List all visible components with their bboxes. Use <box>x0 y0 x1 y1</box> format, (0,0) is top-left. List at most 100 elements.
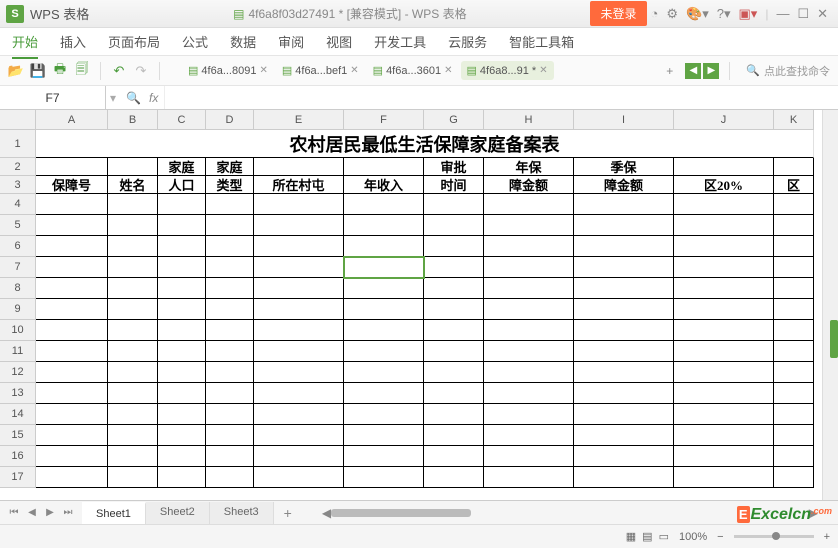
cell-F14[interactable] <box>344 404 424 425</box>
doc-tab-1[interactable]: ▤4f6a...bef1✕ <box>276 61 365 80</box>
view-layout-icon[interactable]: ▤ <box>642 530 652 543</box>
tab-prev-button[interactable]: ◀ <box>685 63 701 79</box>
header-cell-G3[interactable]: 时间 <box>424 176 484 194</box>
header-cell-F3[interactable]: 年收入 <box>344 176 424 194</box>
cell-G11[interactable] <box>424 341 484 362</box>
cell-B14[interactable] <box>108 404 158 425</box>
sheet-tab-Sheet1[interactable]: Sheet1 <box>82 502 146 524</box>
cell-J4[interactable] <box>674 194 774 215</box>
cell-B16[interactable] <box>108 446 158 467</box>
cell-A13[interactable] <box>36 383 108 404</box>
redo-icon[interactable]: ↷ <box>133 63 149 79</box>
cell-I5[interactable] <box>574 215 674 236</box>
row-header-6[interactable]: 6 <box>0 236 36 257</box>
cell-C9[interactable] <box>158 299 206 320</box>
cell-C4[interactable] <box>158 194 206 215</box>
cell-A16[interactable] <box>36 446 108 467</box>
row-header-14[interactable]: 14 <box>0 404 36 425</box>
cell-I15[interactable] <box>574 425 674 446</box>
row-header-15[interactable]: 15 <box>0 425 36 446</box>
header-cell-C2[interactable]: 家庭 <box>158 158 206 176</box>
cell-G13[interactable] <box>424 383 484 404</box>
hscroll-left-icon[interactable]: ◀ <box>322 506 331 520</box>
name-box[interactable]: F7 <box>0 86 106 109</box>
cell-B7[interactable] <box>108 257 158 278</box>
horizontal-scroll-thumb[interactable] <box>331 509 471 517</box>
cell-J15[interactable] <box>674 425 774 446</box>
cell-B12[interactable] <box>108 362 158 383</box>
menu-item-2[interactable]: 页面布局 <box>108 32 160 51</box>
cell-H15[interactable] <box>484 425 574 446</box>
cell-G6[interactable] <box>424 236 484 257</box>
col-header-D[interactable]: D <box>206 110 254 130</box>
select-all-corner[interactable] <box>0 110 36 130</box>
cell-A4[interactable] <box>36 194 108 215</box>
header-cell-D2[interactable]: 家庭 <box>206 158 254 176</box>
header-cell-F2[interactable] <box>344 158 424 176</box>
cell-E4[interactable] <box>254 194 344 215</box>
cell-A5[interactable] <box>36 215 108 236</box>
cell-J10[interactable] <box>674 320 774 341</box>
menu-item-6[interactable]: 视图 <box>326 32 352 51</box>
cell-E13[interactable] <box>254 383 344 404</box>
sheet-first-button[interactable]: ⏮ <box>6 505 22 521</box>
cell-F17[interactable] <box>344 467 424 488</box>
undo-icon[interactable]: ↶ <box>111 63 127 79</box>
login-button[interactable]: 未登录 <box>590 1 646 26</box>
cell-K8[interactable] <box>774 278 814 299</box>
cell-I8[interactable] <box>574 278 674 299</box>
header-cell-E3[interactable]: 所在村屯 <box>254 176 344 194</box>
cell-H5[interactable] <box>484 215 574 236</box>
cell-J11[interactable] <box>674 341 774 362</box>
header-cell-H2[interactable]: 年保 <box>484 158 574 176</box>
compact-icon[interactable]: ▣▾ <box>735 4 762 24</box>
cell-B17[interactable] <box>108 467 158 488</box>
col-header-B[interactable]: B <box>108 110 158 130</box>
cell-C6[interactable] <box>158 236 206 257</box>
print-icon[interactable]: 🖶 <box>52 63 68 79</box>
row-header-7[interactable]: 7 <box>0 257 36 278</box>
cell-A7[interactable] <box>36 257 108 278</box>
menu-item-7[interactable]: 开发工具 <box>374 32 426 51</box>
fx-label[interactable]: fx <box>149 91 158 105</box>
cell-B9[interactable] <box>108 299 158 320</box>
zoom-slider[interactable] <box>734 535 814 538</box>
header-cell-H3[interactable]: 障金额 <box>484 176 574 194</box>
cell-G7[interactable] <box>424 257 484 278</box>
row-header-13[interactable]: 13 <box>0 383 36 404</box>
cell-C13[interactable] <box>158 383 206 404</box>
cell-C5[interactable] <box>158 215 206 236</box>
cell-F16[interactable] <box>344 446 424 467</box>
settings-icon[interactable]: ⚙ <box>662 4 682 24</box>
sheet-last-button[interactable]: ⏭ <box>60 505 76 521</box>
menu-item-4[interactable]: 数据 <box>230 32 256 51</box>
cell-H12[interactable] <box>484 362 574 383</box>
cell-G12[interactable] <box>424 362 484 383</box>
name-box-dropdown-icon[interactable]: ▾ <box>106 91 120 105</box>
open-icon[interactable]: 📂 <box>8 63 24 79</box>
cell-I6[interactable] <box>574 236 674 257</box>
zoom-level[interactable]: 100% <box>679 531 707 543</box>
formula-input[interactable] <box>165 86 838 109</box>
cell-E17[interactable] <box>254 467 344 488</box>
menu-item-5[interactable]: 审阅 <box>278 32 304 51</box>
cell-F5[interactable] <box>344 215 424 236</box>
cell-C7[interactable] <box>158 257 206 278</box>
cell-A17[interactable] <box>36 467 108 488</box>
header-cell-K2[interactable] <box>774 158 814 176</box>
sheet-tab-Sheet3[interactable]: Sheet3 <box>210 502 274 524</box>
cell-J16[interactable] <box>674 446 774 467</box>
col-header-A[interactable]: A <box>36 110 108 130</box>
cell-H7[interactable] <box>484 257 574 278</box>
doc-tab-close-icon[interactable]: ✕ <box>350 65 358 76</box>
row-header-12[interactable]: 12 <box>0 362 36 383</box>
cell-D6[interactable] <box>206 236 254 257</box>
cell-I16[interactable] <box>574 446 674 467</box>
save-icon[interactable]: 💾 <box>30 63 46 79</box>
cell-K9[interactable] <box>774 299 814 320</box>
cell-F12[interactable] <box>344 362 424 383</box>
menu-item-8[interactable]: 云服务 <box>448 32 487 51</box>
doc-tab-2[interactable]: ▤4f6a...3601✕ <box>367 61 459 80</box>
header-cell-A2[interactable] <box>36 158 108 176</box>
cell-D17[interactable] <box>206 467 254 488</box>
